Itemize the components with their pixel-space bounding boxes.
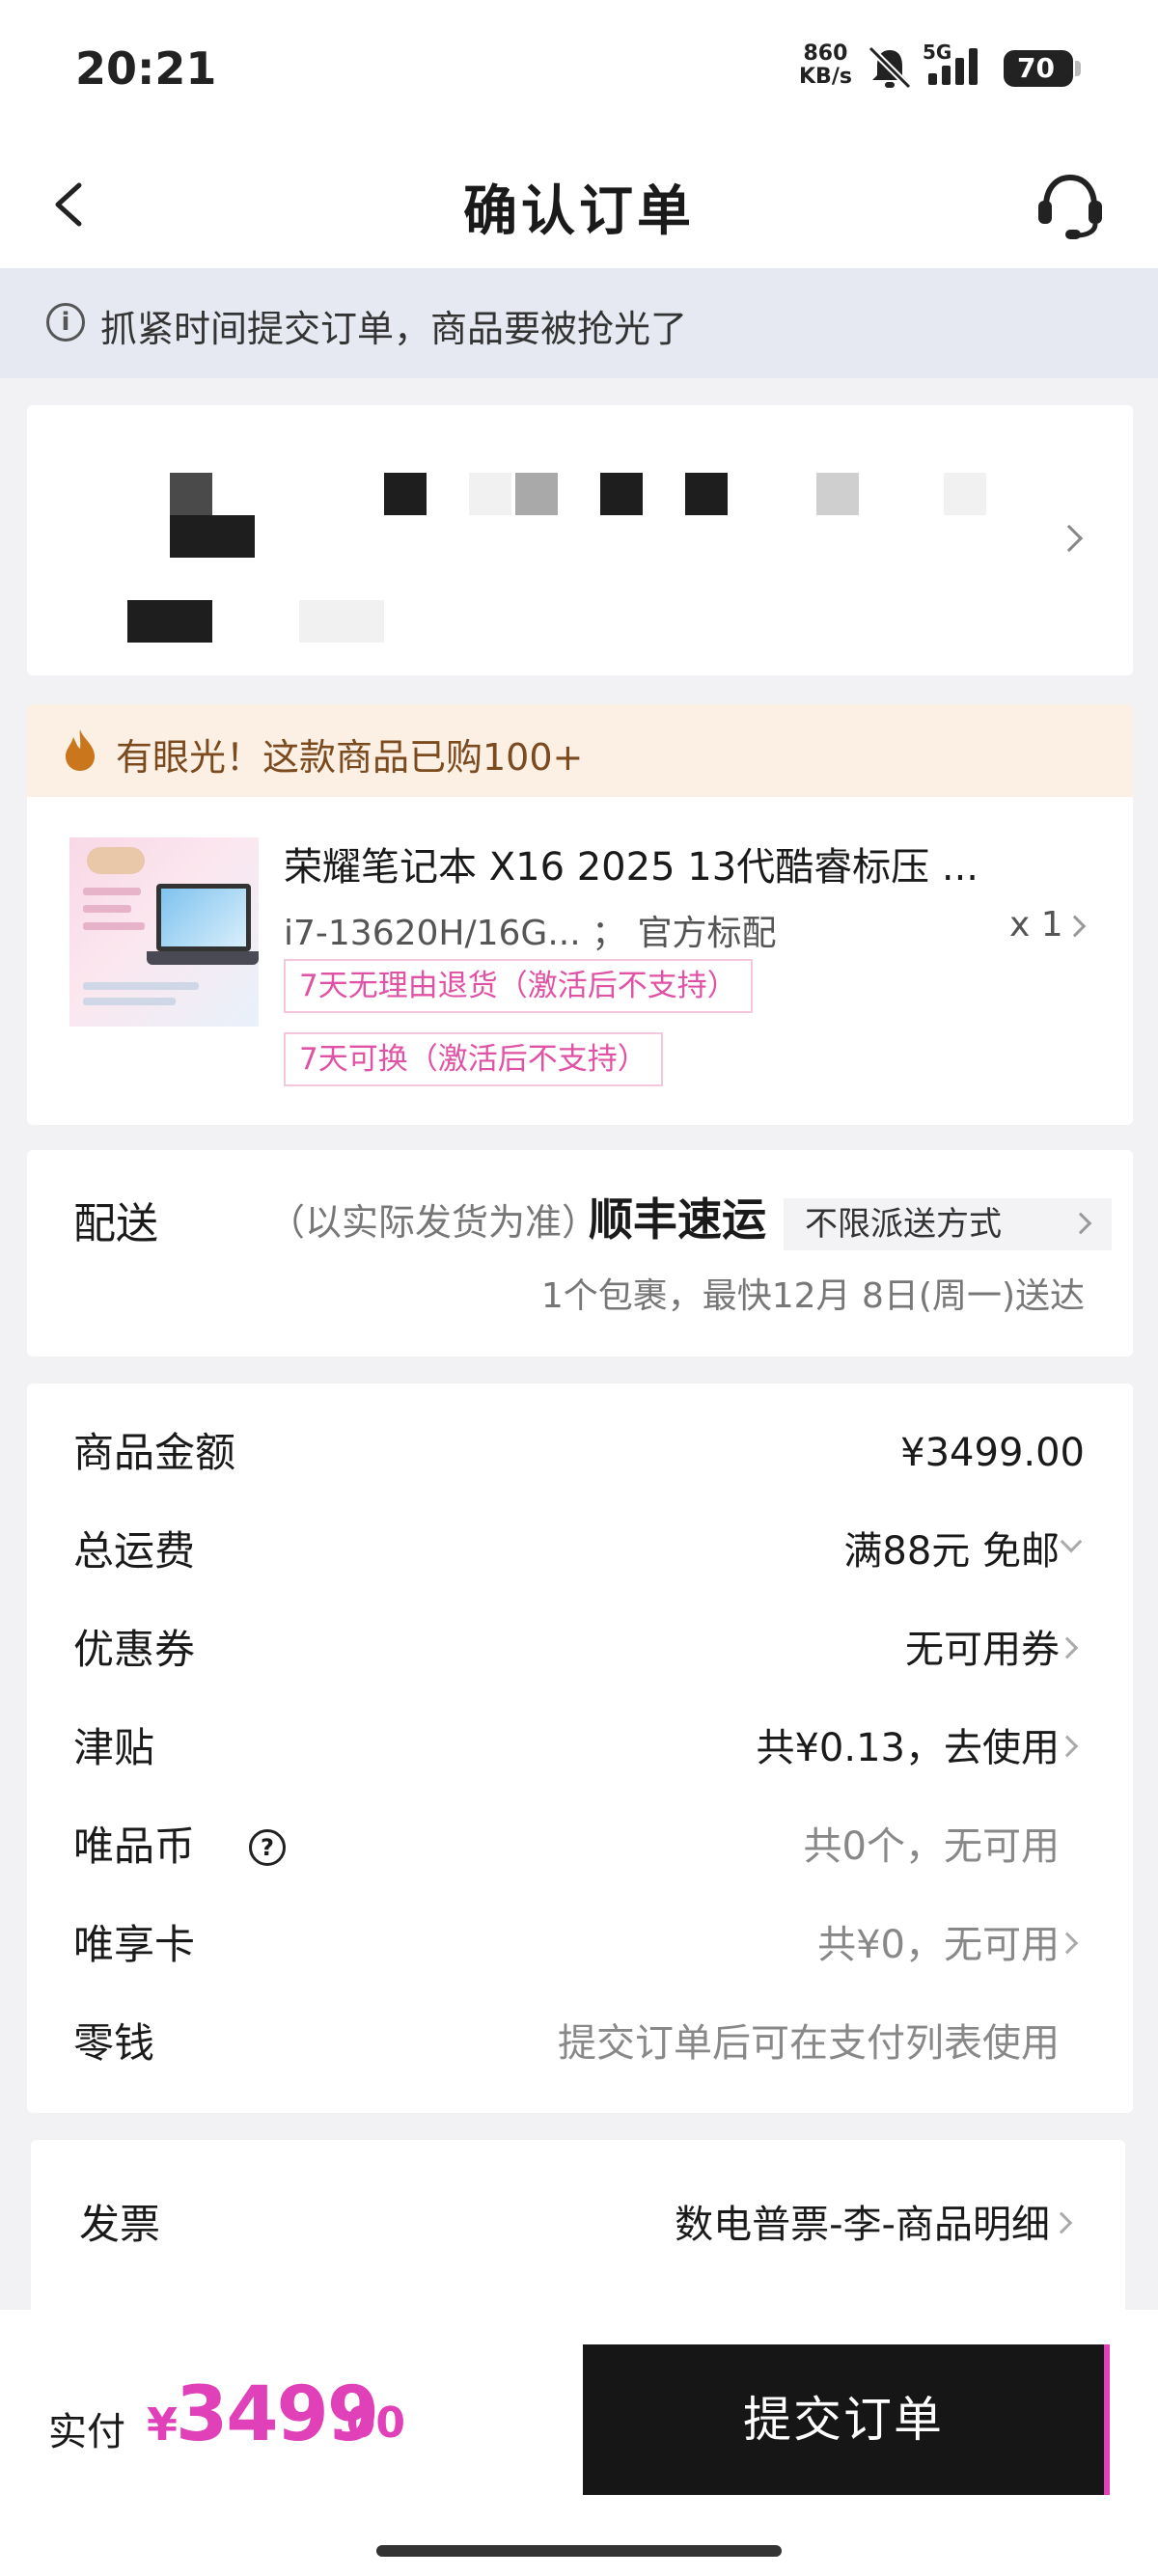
delivery-method-selector[interactable]: 不限派送方式 — [784, 1198, 1112, 1250]
delivery-label: 配送 — [73, 1199, 158, 1248]
delivery-note: （以实际发货为准） — [268, 1201, 599, 1244]
row-value: 无可用券 — [905, 1628, 1060, 1672]
row-value: 共0个，无可用 — [803, 1824, 1060, 1869]
row-label: 唯品币 — [73, 1822, 196, 1870]
pay-amount-decimal: .00 — [330, 2398, 405, 2448]
address-card[interactable] — [27, 405, 1133, 675]
redacted-block — [170, 515, 255, 558]
row-goods-amount: 商品金额 ¥3499.00 — [27, 1424, 1133, 1482]
redacted-block — [515, 473, 558, 515]
redacted-block — [469, 473, 511, 515]
delivery-card: 配送 （以实际发货为准） 顺丰速运 不限派送方式 1个包裹，最快12月 8日(周… — [27, 1150, 1133, 1357]
redacted-block — [685, 473, 728, 515]
row-coupon[interactable]: 优惠券 无可用券 — [27, 1621, 1133, 1679]
product-name[interactable]: 荣耀笔记本 X16 2025 13代酷睿标压 ... — [284, 836, 1094, 891]
row-shipping[interactable]: 总运费 满88元 免邮 — [27, 1522, 1133, 1580]
invoice-value: 数电普票-李-商品明细 — [675, 2203, 1050, 2247]
row-vip-coins: 唯品币 ? 共0个，无可用 — [27, 1818, 1133, 1876]
checkout-bar: 实付 ¥ 3499 .00 提交订单 — [0, 2310, 1158, 2576]
laptop-screen — [156, 884, 251, 951]
redacted-block — [944, 473, 986, 515]
status-time: 20:21 — [75, 42, 217, 95]
product-thumbnail[interactable] — [69, 837, 259, 1027]
status-bar: 20:21 860 KB/s 5G 70 — [0, 0, 1158, 145]
signal-icon: 5G — [923, 41, 992, 91]
info-icon: i — [46, 303, 85, 342]
network-type: 5G — [923, 41, 952, 64]
row-balance: 零钱 提交订单后可在支付列表使用 — [27, 2014, 1133, 2072]
pay-label: 实付 — [48, 2410, 125, 2454]
redacted-block — [170, 473, 212, 515]
row-label: 优惠券 — [73, 1626, 196, 1673]
row-value: 提交订单后可在支付列表使用 — [558, 2021, 1060, 2066]
row-label: 唯享卡 — [73, 1921, 196, 1968]
delivery-carrier: 顺丰速运 — [589, 1193, 766, 1246]
page-title: 确认订单 — [463, 180, 695, 243]
battery-icon: 70 — [1004, 50, 1081, 87]
chevron-right-icon[interactable] — [1063, 915, 1087, 938]
redacted-block — [127, 600, 212, 643]
row-label: 零钱 — [73, 2019, 155, 2067]
row-value: 满88元 免邮 — [843, 1529, 1060, 1574]
row-allowance[interactable]: 津贴 共¥0.13，去使用 — [27, 1719, 1133, 1777]
chevron-down-icon — [1060, 1530, 1083, 1553]
row-label: 津贴 — [73, 1724, 155, 1771]
row-value: 共¥0.13，去使用 — [756, 1726, 1060, 1770]
row-value: ¥3499.00 — [900, 1431, 1085, 1475]
row-label: 商品金额 — [73, 1429, 236, 1476]
invoice-label: 发票 — [79, 2201, 161, 2248]
nav-bar: 确认订单 — [0, 145, 1158, 268]
chevron-right-icon — [1056, 1636, 1079, 1659]
row-value: 共¥0，无可用 — [817, 1923, 1060, 1967]
network-speed-unit: KB/s — [799, 65, 852, 89]
delivery-method-label: 不限派送方式 — [805, 1205, 1002, 1244]
network-speed-value: 860 — [803, 41, 848, 66]
chevron-right-icon — [1055, 524, 1084, 553]
laptop-base — [147, 951, 259, 965]
invoice-card[interactable]: 发票 数电普票-李-商品明细 — [31, 2140, 1125, 2323]
redacted-block — [600, 473, 643, 515]
help-icon[interactable]: ? — [249, 1829, 286, 1866]
mute-bell-icon — [868, 45, 912, 90]
delivery-estimate: 1个包裹，最快12月 8日(周一)送达 — [540, 1276, 1085, 1316]
headset-icon[interactable] — [1033, 168, 1108, 243]
product-quantity: x 1 — [1009, 905, 1063, 945]
flame-icon — [66, 729, 95, 771]
chevron-right-icon — [1056, 1735, 1079, 1758]
product-spec: i7-13620H/16G... ； 官方标配 — [284, 914, 777, 953]
exchange-policy-tag: 7天可换（激活后不支持） — [284, 1032, 663, 1086]
chevron-right-icon — [1056, 1932, 1079, 1955]
return-policy-tag: 7天无理由退货（激活后不支持） — [284, 959, 753, 1013]
price-breakdown-card: 商品金额 ¥3499.00 总运费 满88元 免邮 优惠券 无可用券 津贴 共¥… — [27, 1384, 1133, 2113]
thumbnail-badge — [87, 847, 145, 874]
chevron-right-icon — [1050, 2211, 1073, 2234]
redacted-block — [384, 473, 427, 515]
popularity-banner: 有眼光！这款商品已购100+ — [27, 704, 1133, 797]
home-indicator[interactable] — [376, 2545, 782, 2557]
row-invoice[interactable]: 发票 数电普票-李-商品明细 — [31, 2196, 1125, 2254]
submit-order-button[interactable]: 提交订单 — [583, 2344, 1110, 2495]
notice-banner: i 抓紧时间提交订单，商品要被抢光了 — [0, 268, 1158, 378]
row-vip-card[interactable]: 唯享卡 共¥0，无可用 — [27, 1916, 1133, 1974]
chevron-right-icon — [1069, 1212, 1092, 1235]
notice-text: 抓紧时间提交订单，商品要被抢光了 — [100, 308, 688, 350]
pay-currency: ¥ — [147, 2398, 179, 2451]
redacted-block — [816, 473, 859, 515]
redacted-block — [299, 600, 384, 643]
popularity-text: 有眼光！这款商品已购100+ — [116, 736, 584, 779]
row-label: 总运费 — [73, 1527, 196, 1575]
network-speed: 860 KB/s — [799, 42, 852, 89]
product-card[interactable]: 有眼光！这款商品已购100+ 荣耀笔记本 X16 2025 13代酷睿标压 ..… — [27, 704, 1133, 1125]
